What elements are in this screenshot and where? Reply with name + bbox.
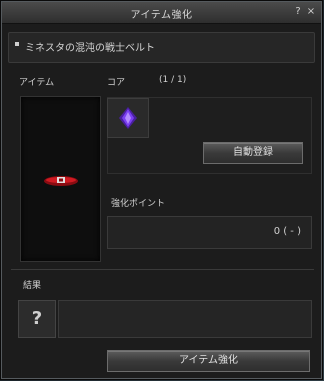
item-label: アイテム	[19, 78, 55, 88]
enhance-points-value: 0 ( - )	[273, 226, 301, 237]
divider	[11, 269, 314, 270]
item-name: ミネスタの混沌の戦士ベルト	[25, 43, 155, 54]
close-button[interactable]: ×	[305, 5, 317, 19]
enhance-button[interactable]: アイテム強化	[107, 350, 310, 372]
core-label: コア	[107, 78, 126, 88]
core-count: (1 / 1)	[159, 75, 187, 85]
enhance-points-box: 0 ( - )	[107, 216, 312, 249]
purple-crystal-icon	[119, 107, 137, 129]
result-slot: ?	[18, 300, 56, 338]
enhance-points-label: 強化ポイント	[111, 199, 166, 209]
title-bar[interactable]: アイテム強化 ? ×	[2, 2, 321, 24]
item-enhance-window: アイテム強化 ? × ミネスタの混沌の戦士ベルト アイテム コア (1 / 1)…	[1, 1, 322, 379]
bullet-icon	[15, 42, 19, 46]
core-slot[interactable]	[107, 98, 149, 138]
help-button[interactable]: ?	[292, 5, 304, 19]
belt-icon	[44, 176, 78, 186]
result-box	[58, 300, 312, 338]
result-label: 結果	[23, 281, 42, 291]
item-name-panel: ミネスタの混沌の戦士ベルト	[8, 32, 315, 63]
item-slot[interactable]	[20, 96, 101, 262]
auto-register-button[interactable]: 自動登録	[203, 142, 303, 164]
window-title: アイテム強化	[130, 10, 193, 21]
